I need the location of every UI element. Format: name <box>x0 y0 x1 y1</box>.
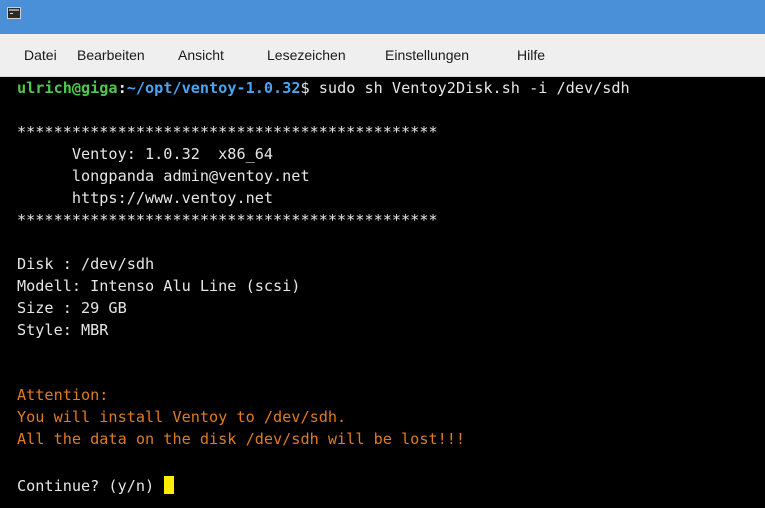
style-line: Style: MBR <box>17 321 109 339</box>
prompt-path: ~/opt/ventoy-1.0.32 <box>126 79 301 97</box>
prompt-separator: : <box>117 79 127 97</box>
menu-einstellungen[interactable]: Einstellungen <box>385 47 469 63</box>
menu-ansicht[interactable]: Ansicht <box>178 47 224 63</box>
prompt-user-host: ulrich@giga <box>17 79 118 97</box>
command-prompt-line: ulrich@giga:~/opt/ventoy-1.0.32$ sudo sh… <box>17 77 630 99</box>
continue-prompt-line: Continue? (y/n) <box>17 475 175 497</box>
menu-lesezeichen[interactable]: Lesezeichen <box>267 47 346 63</box>
size-line: Size : 29 GB <box>17 299 127 317</box>
banner-border-top: ****************************************… <box>17 123 438 141</box>
menu-bar: Datei Bearbeiten Ansicht Lesezeichen Ein… <box>0 34 765 77</box>
warning-line-2: All the data on the disk /dev/sdh will b… <box>17 430 466 448</box>
disk-line: Disk : /dev/sdh <box>17 255 155 273</box>
banner-border-bottom: ****************************************… <box>17 211 438 229</box>
text-cursor[interactable] <box>164 476 175 494</box>
title-bar[interactable] <box>0 0 765 34</box>
menu-hilfe[interactable]: Hilfe <box>517 47 545 63</box>
warning-line-1: You will install Ventoy to /dev/sdh. <box>17 408 347 426</box>
banner-author: longpanda admin@ventoy.net <box>17 167 310 185</box>
typed-command: sudo sh Ventoy2Disk.sh -i /dev/sdh <box>309 79 630 97</box>
menu-bearbeiten[interactable]: Bearbeiten <box>77 47 145 63</box>
continue-prompt-text: Continue? (y/n) <box>17 477 164 495</box>
terminal-output[interactable]: ulrich@giga:~/opt/ventoy-1.0.32$ sudo sh… <box>0 77 765 508</box>
terminal-window: Datei Bearbeiten Ansicht Lesezeichen Ein… <box>0 0 765 508</box>
model-line: Modell: Intenso Alu Line (scsi) <box>17 277 301 295</box>
prompt-symbol: $ <box>300 79 310 97</box>
terminal-icon[interactable] <box>7 7 21 19</box>
banner-url: https://www.ventoy.net <box>17 189 274 207</box>
banner-version: Ventoy: 1.0.32 x86_64 <box>17 145 274 163</box>
menu-datei[interactable]: Datei <box>24 47 57 63</box>
warning-title: Attention: <box>17 386 109 404</box>
